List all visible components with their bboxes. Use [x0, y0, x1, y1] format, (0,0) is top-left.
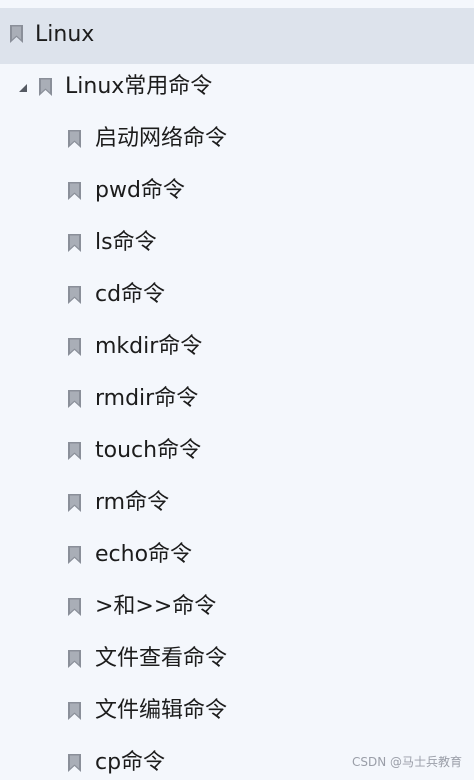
- tree-item-label: cd命令: [95, 282, 166, 307]
- tree-item-group[interactable]: Linux常用命令: [0, 62, 474, 114]
- tree-item-label: >和>>命令: [95, 594, 217, 619]
- tree-item-label: Linux: [35, 22, 95, 47]
- watermark: CSDN @马士兵教育: [351, 755, 462, 769]
- bookmark-icon: [67, 649, 82, 669]
- bookmark-icon: [67, 701, 82, 721]
- bookmark-icon: [67, 181, 82, 201]
- tree-item[interactable]: >和>>命令: [0, 582, 474, 634]
- tree-item[interactable]: rm命令: [0, 478, 474, 530]
- tree-item-label: 启动网络命令: [95, 126, 228, 151]
- tree-item-label: rmdir命令: [95, 386, 199, 411]
- bookmark-icon: [67, 233, 82, 253]
- tree-item[interactable]: pwd命令: [0, 166, 474, 218]
- tree-item-label: mkdir命令: [95, 334, 203, 359]
- bookmark-icon: [67, 597, 82, 617]
- tree-item[interactable]: 启动网络命令: [0, 114, 474, 166]
- tree-item-label: pwd命令: [95, 178, 185, 203]
- tree-item-root[interactable]: Linux: [0, 8, 474, 64]
- bookmark-icon: [67, 753, 82, 773]
- bookmark-icon: [67, 337, 82, 357]
- tree-item[interactable]: mkdir命令: [0, 322, 474, 374]
- bookmark-icon: [67, 545, 82, 565]
- tree-item-label: cp命令: [95, 750, 166, 775]
- tree-item[interactable]: ls命令: [0, 218, 474, 270]
- bookmark-icon: [67, 129, 82, 149]
- tree-item-label: 文件编辑命令: [95, 698, 228, 723]
- tree-item[interactable]: echo命令: [0, 530, 474, 582]
- bookmark-icon: [38, 77, 53, 97]
- tree-item[interactable]: rmdir命令: [0, 374, 474, 426]
- tree-item[interactable]: cd命令: [0, 270, 474, 322]
- bookmark-icon: [9, 24, 24, 44]
- bookmark-icon: [67, 389, 82, 409]
- bookmarks-panel: Linux Linux常用命令 启动网络命令 pwd命令 ls命令 cd命令 m…: [0, 0, 474, 780]
- tree-item[interactable]: 文件编辑命令: [0, 686, 474, 738]
- tree-item-label: 文件查看命令: [95, 646, 228, 671]
- tree-item-label: rm命令: [95, 490, 170, 515]
- tree-item-label: ls命令: [95, 230, 157, 255]
- tree-item-label: touch命令: [95, 438, 202, 463]
- triangle-expanded-icon[interactable]: [17, 82, 29, 94]
- tree-item[interactable]: touch命令: [0, 426, 474, 478]
- bookmark-icon: [67, 441, 82, 461]
- tree-item-label: Linux常用命令: [65, 74, 213, 99]
- bookmark-icon: [67, 493, 82, 513]
- bookmark-icon: [67, 285, 82, 305]
- tree-item-label: echo命令: [95, 542, 193, 567]
- tree-item[interactable]: 文件查看命令: [0, 634, 474, 686]
